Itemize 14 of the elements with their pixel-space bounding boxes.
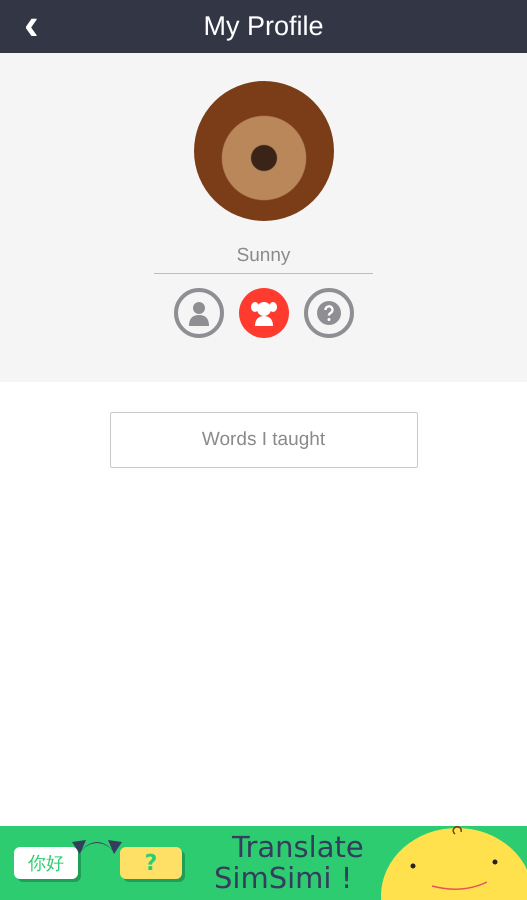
question-icon (316, 301, 340, 325)
profile-name: Sunny (154, 245, 373, 274)
profile-type-button[interactable] (304, 288, 354, 338)
profile-type-button[interactable] (238, 288, 288, 338)
back-button[interactable]: ‹ (18, 6, 45, 44)
banner-headline: Translate (232, 832, 364, 863)
ad-banner[interactable]: 你好 ? Translate SimSimi ! (0, 826, 527, 900)
banner-headline: SimSimi ! (214, 863, 354, 894)
profile-type-button[interactable] (174, 288, 224, 338)
page-title: My Profile (203, 11, 324, 42)
speech-bubble: 你好 (14, 847, 78, 879)
words-taught-button[interactable]: Words I taught (110, 412, 418, 468)
person-icon (188, 300, 210, 326)
speech-bubble: ? (120, 847, 182, 879)
